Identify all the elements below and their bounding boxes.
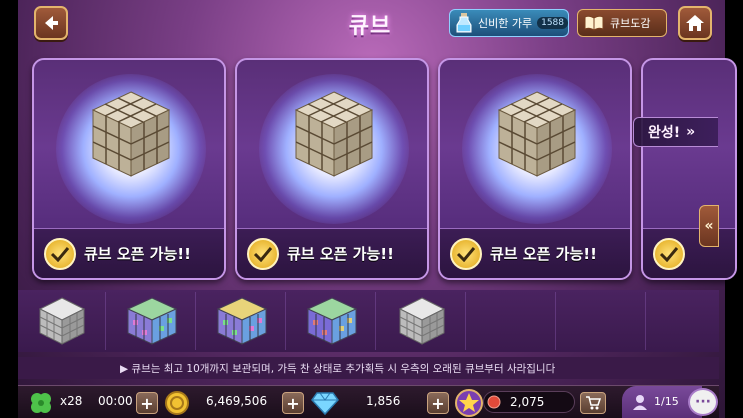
cube-inventory-row <box>18 290 719 352</box>
gem-amount: 1,856 <box>366 394 401 408</box>
plus-icon: + <box>286 393 300 413</box>
card-status: 큐브 오픈 가능!! <box>490 245 597 263</box>
arrow-left-icon <box>45 16 58 30</box>
inventory-slot[interactable] <box>18 292 106 350</box>
checkmark-icon <box>44 237 76 270</box>
red-gem-icon <box>487 395 501 409</box>
powder-label: 신비한 가루 <box>478 17 533 30</box>
letterbox-left <box>0 0 18 418</box>
friend-count: 1/15 <box>654 395 679 408</box>
plus-icon: + <box>140 393 154 413</box>
clover-timer: 00:00 <box>98 394 133 408</box>
complete-label: 완성! <box>648 125 681 141</box>
inventory-slot-empty[interactable] <box>648 292 718 350</box>
resource-bar: x28 00:00 + 6,469,506 + 1,856 + 2,075 <box>18 385 719 418</box>
checkmark-icon <box>450 237 482 270</box>
potion-bottle-icon <box>456 13 472 33</box>
chat-button[interactable]: ··· <box>688 388 718 416</box>
inventory-slot[interactable] <box>108 292 196 350</box>
jewel-cube-icon <box>216 297 267 345</box>
inventory-slot-empty[interactable] <box>558 292 646 350</box>
card-footer: 큐브 오픈 가능!! <box>237 228 427 278</box>
mystery-cube-icon <box>497 91 577 177</box>
add-clover-button[interactable]: + <box>136 392 158 414</box>
codex-label: 큐브도감 <box>610 17 651 30</box>
chat-bubble-icon: ··· <box>695 394 711 410</box>
complete-banner[interactable]: 완성! » <box>633 117 718 147</box>
jewel-cube-icon <box>306 297 357 345</box>
inventory-slot[interactable] <box>378 292 466 350</box>
cube-card-1[interactable]: 큐브 오픈 가능!! <box>32 58 226 280</box>
book-icon <box>584 15 604 31</box>
powder-count: 1588 <box>537 17 568 29</box>
checkmark-icon <box>247 237 279 270</box>
person-icon <box>633 395 647 410</box>
star-points-box: 2,075 <box>483 391 575 413</box>
add-gold-button[interactable]: + <box>282 392 304 414</box>
gold-amount: 6,469,506 <box>206 394 268 408</box>
card-footer <box>643 228 735 278</box>
checkmark-icon <box>653 237 685 270</box>
cube-card-2[interactable]: 큐브 오픈 가능!! <box>235 58 429 280</box>
jewel-cube-icon <box>126 297 177 345</box>
silver-cube-icon <box>38 297 85 345</box>
cube-card-3[interactable]: 큐브 오픈 가능!! <box>438 58 632 280</box>
gold-coin-icon <box>165 391 189 415</box>
clover-icon <box>31 393 51 413</box>
cart-icon <box>586 396 601 410</box>
card-status: 큐브 오픈 가능!! <box>84 245 191 263</box>
storage-notice: ▶ 큐브는 최고 10개까지 보관되며, 가득 찬 상태로 추가획득 시 우측의… <box>18 357 719 379</box>
inventory-slot[interactable] <box>198 292 286 350</box>
cube-codex-button[interactable]: 큐브도감 <box>577 9 667 37</box>
double-chevron-left-icon: « <box>704 218 714 234</box>
home-button[interactable] <box>678 6 712 40</box>
double-chevron-right-icon: » <box>686 124 696 140</box>
page-title: 큐브 <box>348 14 392 39</box>
card-footer: 큐브 오픈 가능!! <box>34 228 224 278</box>
mystery-cube-icon <box>91 91 171 177</box>
silver-cube-icon <box>398 297 445 345</box>
collapse-tab-button[interactable]: « <box>699 205 719 247</box>
plus-icon: + <box>431 393 445 413</box>
star-points: 2,075 <box>510 395 545 409</box>
home-icon <box>686 15 704 31</box>
inventory-slot-empty[interactable] <box>468 292 556 350</box>
mystery-cube-icon <box>294 91 374 177</box>
cube-screen: 큐브 신비한 가루 1588 큐브도감 큐브 오픈 가능!! 큐브 오픈 가능!… <box>0 0 743 418</box>
inventory-slot[interactable] <box>288 292 376 350</box>
shop-cart-button[interactable] <box>580 392 606 414</box>
back-button[interactable] <box>34 6 68 40</box>
clover-count: x28 <box>60 394 83 408</box>
add-gem-button[interactable]: + <box>427 392 449 414</box>
cube-card-4-partial[interactable] <box>641 58 737 280</box>
card-footer: 큐브 오픈 가능!! <box>440 228 630 278</box>
star-badge-icon <box>455 389 483 417</box>
card-status: 큐브 오픈 가능!! <box>287 245 394 263</box>
diamond-icon <box>311 392 339 416</box>
mystic-powder-button[interactable]: 신비한 가루 1588 <box>449 9 569 37</box>
